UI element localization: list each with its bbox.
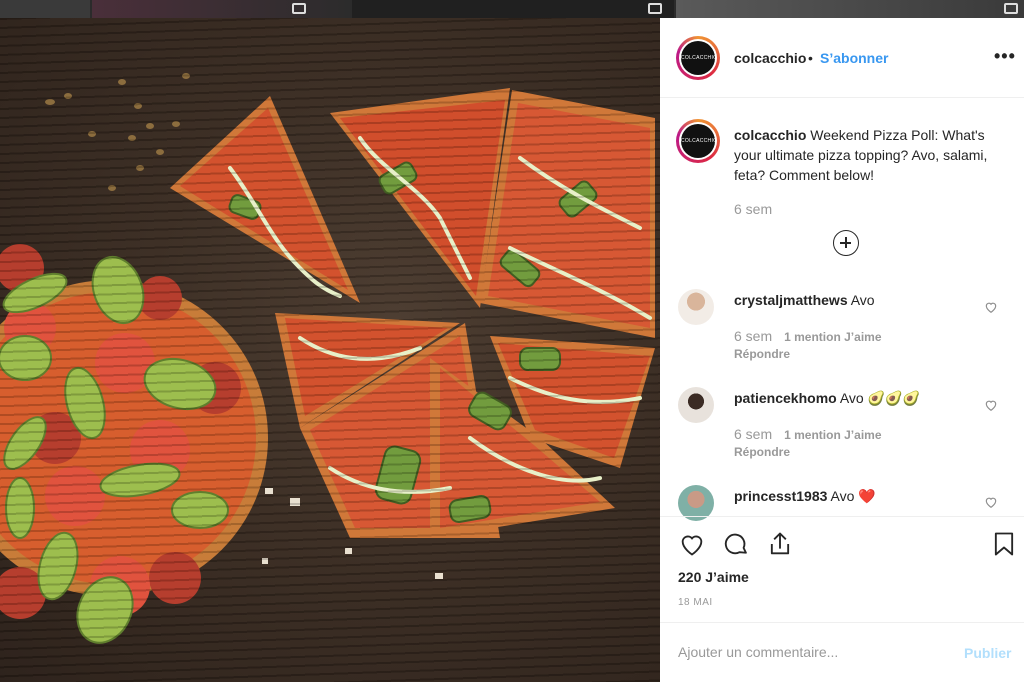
background-strip — [0, 0, 1024, 18]
reply-button[interactable]: Répondre — [734, 347, 790, 361]
load-more-comments-button[interactable] — [833, 230, 859, 256]
comment-timestamp[interactable]: 6 sem — [734, 328, 772, 344]
comment-heart-icon[interactable] — [984, 495, 998, 509]
camera-icon — [1004, 3, 1018, 14]
comment-heart-icon[interactable] — [984, 398, 998, 412]
post-caption: colcacchio Weekend Pizza Poll: What's yo… — [734, 125, 1014, 185]
comment-meta: 6 sem 1 mention J’aime — [734, 426, 882, 442]
background-thumbnail — [0, 0, 90, 18]
avatar[interactable]: COLCACCHIO — [676, 36, 720, 80]
post-header: COLCACCHIO colcacchio • S’abonner ••• — [660, 18, 1024, 98]
background-thumbnail — [352, 0, 674, 18]
avatar[interactable] — [678, 387, 714, 423]
comment-text: patiencekhomo Avo 🥑🥑🥑 — [734, 390, 920, 406]
post-side-panel: COLCACCHIO colcacchio • S’abonner ••• CO… — [660, 18, 1024, 682]
post-photo[interactable] — [0, 18, 660, 682]
likes-count[interactable]: 220 J’aime — [678, 569, 749, 585]
publish-button[interactable]: Publier — [964, 645, 1011, 661]
follow-button[interactable]: S’abonner — [820, 50, 888, 66]
add-comment-bar: Publier — [660, 622, 1024, 682]
comment-timestamp[interactable]: 6 sem — [734, 426, 772, 442]
separator-dot: • — [808, 50, 813, 66]
caption-username[interactable]: colcacchio — [734, 127, 806, 143]
comment-likes[interactable]: 1 mention J’aime — [784, 428, 881, 442]
comment-icon[interactable] — [722, 530, 750, 558]
comment-username[interactable]: princesst1983 — [734, 488, 827, 504]
background-thumbnail — [92, 0, 350, 18]
post-date[interactable]: 18 MAI — [678, 597, 713, 608]
comment-heart-icon[interactable] — [984, 300, 998, 314]
heart-icon[interactable] — [678, 530, 706, 558]
share-icon[interactable] — [766, 530, 794, 558]
avatar[interactable] — [678, 289, 714, 325]
comment-text: crystaljmatthews Avo — [734, 292, 875, 308]
username-link[interactable]: colcacchio — [734, 50, 806, 66]
comment-likes[interactable]: 1 mention J’aime — [784, 330, 881, 344]
divider — [660, 516, 1024, 517]
camera-icon — [648, 3, 662, 14]
bookmark-icon[interactable] — [990, 530, 1018, 558]
comment-input[interactable] — [678, 641, 948, 663]
caption-timestamp[interactable]: 6 sem — [734, 201, 772, 217]
background-thumbnail — [676, 0, 1024, 18]
comment-username[interactable]: patiencekhomo — [734, 390, 837, 406]
reply-button[interactable]: Répondre — [734, 445, 790, 459]
caption-avatar[interactable]: COLCACCHIO — [676, 119, 720, 163]
comment-meta: 6 sem 1 mention J’aime — [734, 328, 882, 344]
camera-icon — [292, 3, 306, 14]
comment-text: princesst1983 Avo ❤️ — [734, 488, 876, 504]
more-options-button[interactable]: ••• — [994, 46, 1016, 67]
comment-username[interactable]: crystaljmatthews — [734, 292, 848, 308]
